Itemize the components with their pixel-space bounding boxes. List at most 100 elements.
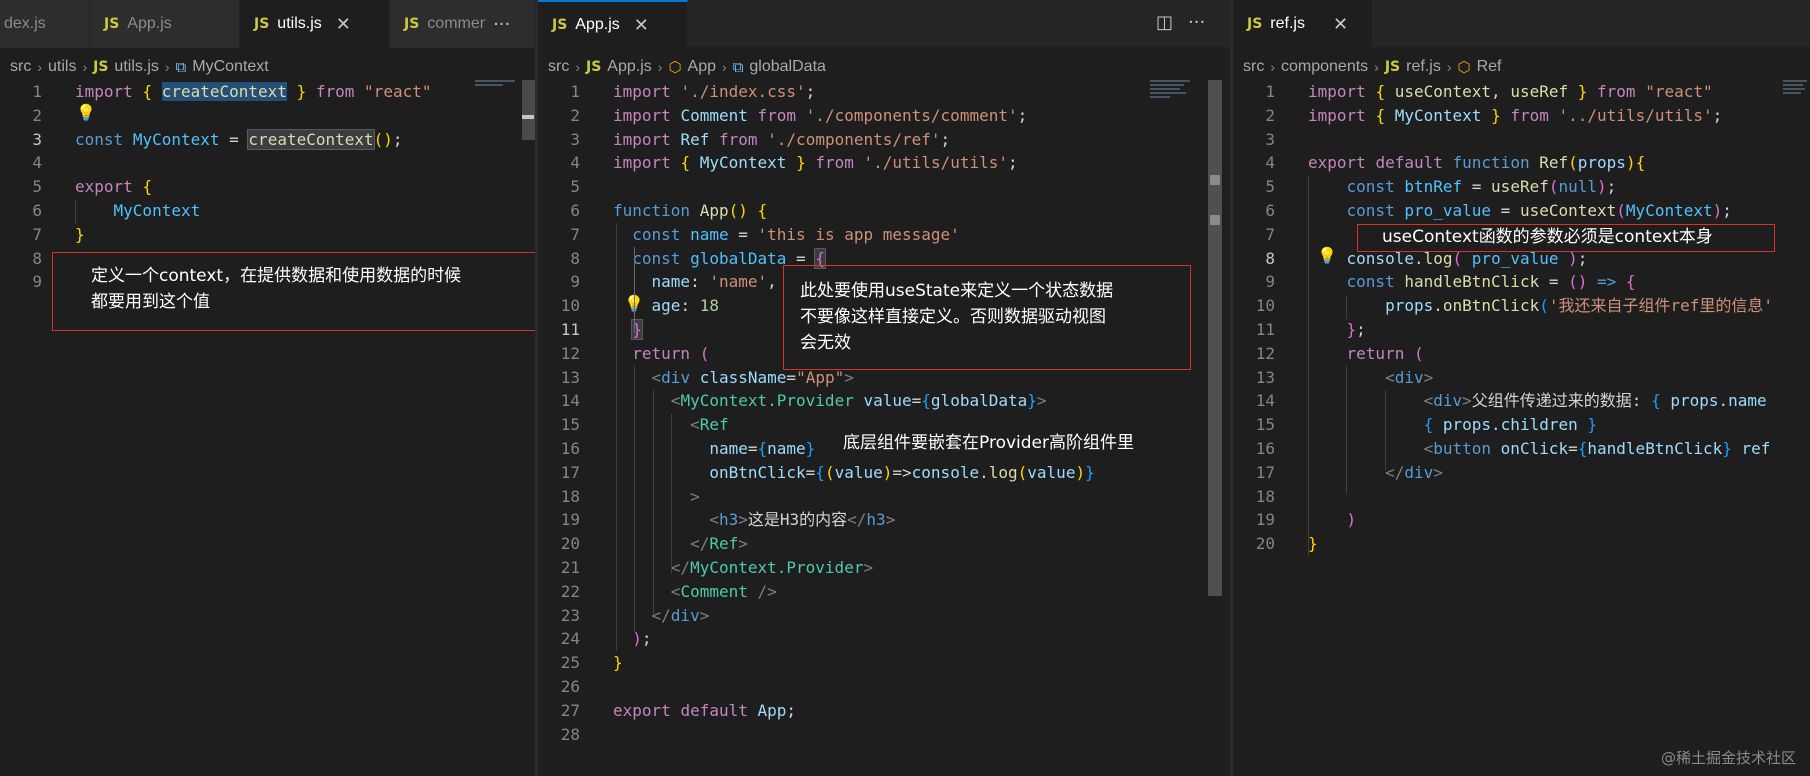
- code-line[interactable]: 7}: [0, 223, 535, 247]
- code-line[interactable]: 10 props.onBtnClick('我还来自子组件ref里的信息': [1233, 294, 1810, 318]
- code-line[interactable]: 11 };: [1233, 318, 1810, 342]
- split-editor-icon[interactable]: ◫: [1156, 12, 1173, 33]
- line-number: 13: [560, 367, 580, 387]
- code-line[interactable]: 15 { props.children }: [1233, 413, 1810, 437]
- code-line[interactable]: 19 ): [1233, 508, 1810, 532]
- code-line[interactable]: 27 export default App;: [538, 699, 1230, 723]
- code-line[interactable]: 2 import Comment from './components/comme…: [538, 104, 1230, 128]
- code-line[interactable]: 13 <div>: [1233, 366, 1810, 390]
- code-line[interactable]: 25}: [538, 651, 1230, 675]
- chevron-right-icon: ›: [1446, 59, 1452, 75]
- code-line[interactable]: 14 <div>父组件传递过来的数据: { props.name: [1233, 389, 1810, 413]
- code-token: <: [670, 581, 681, 601]
- code-token: ref: [1741, 438, 1771, 458]
- code-line[interactable]: 16 <button onClick={handleBtnClick} ref: [1233, 437, 1810, 461]
- watermark: @稀土掘金技术社区: [1660, 749, 1796, 767]
- breadcrumb-item[interactable]: utils.js: [114, 58, 158, 76]
- breadcrumb-item[interactable]: ref.js: [1406, 58, 1441, 76]
- code-line[interactable]: 18 >: [538, 485, 1230, 509]
- code-line[interactable]: 3 const MyContext = createContext();: [0, 128, 535, 152]
- code-line[interactable]: 1 import { createContext } from "react": [0, 80, 535, 104]
- code-line[interactable]: 12 return (: [1233, 342, 1810, 366]
- code-line[interactable]: 4: [0, 151, 535, 175]
- code-token: useRef: [1491, 177, 1549, 197]
- tab-ref-js[interactable]: JS ref.js ✕: [1233, 0, 1373, 48]
- code-line[interactable]: 19 <h3>这是H3的内容</h3>: [538, 508, 1230, 532]
- lightbulb-icon[interactable]: 💡: [76, 103, 96, 122]
- code-token: App: [699, 200, 729, 220]
- code-line[interactable]: 6 function App() {: [538, 199, 1230, 223]
- code-line[interactable]: 28: [538, 723, 1230, 747]
- breadcrumb-item[interactable]: Ref: [1477, 58, 1502, 76]
- close-icon[interactable]: ✕: [336, 14, 351, 35]
- breadcrumb-item[interactable]: src: [1243, 58, 1264, 76]
- code-token: ): [882, 462, 893, 482]
- code-line[interactable]: 1 import { useContext, useRef } from "rea…: [1233, 80, 1810, 104]
- code-line[interactable]: 9 const handleBtnClick = () => {: [1233, 270, 1810, 294]
- code-line[interactable]: 6 const pro_value = useContext(MyContext…: [1233, 199, 1810, 223]
- breadcrumb-item[interactable]: src: [548, 58, 569, 76]
- code-token: =>: [892, 462, 912, 482]
- code-token: {: [757, 200, 768, 220]
- code-line[interactable]: 22 <Comment />: [538, 580, 1230, 604]
- lightbulb-icon[interactable]: 💡: [1317, 246, 1337, 265]
- code-editor[interactable]: 1 import './index.css'; 2 import Comment fr…: [538, 80, 1230, 746]
- code-line[interactable]: 20}: [1233, 532, 1810, 556]
- breadcrumb-item[interactable]: src: [10, 58, 31, 76]
- code-line[interactable]: 6 MyContext: [0, 199, 535, 223]
- class-symbol-icon: ⬡: [1457, 58, 1471, 76]
- minimap[interactable]: [1783, 80, 1810, 124]
- tab-app-js[interactable]: JS App.js: [90, 0, 240, 48]
- close-icon[interactable]: ✕: [1333, 14, 1348, 35]
- breadcrumb-item[interactable]: App: [688, 58, 716, 76]
- code-line[interactable]: 26: [538, 675, 1230, 699]
- code-line[interactable]: 1 import './index.css';: [538, 80, 1230, 104]
- code-line[interactable]: 23 </div>: [538, 604, 1230, 628]
- chevron-right-icon: ›: [1270, 59, 1275, 75]
- code-token: }: [296, 82, 307, 101]
- breadcrumb-item[interactable]: MyContext: [192, 58, 268, 76]
- code-line[interactable]: 5: [538, 175, 1230, 199]
- code-line[interactable]: 17 onBtnClick={(value)=>console.log(valu…: [538, 461, 1230, 485]
- more-actions-icon[interactable]: ···: [493, 14, 510, 35]
- code-editor[interactable]: 1 import { useContext, useRef } from "rea…: [1233, 80, 1810, 556]
- code-line[interactable]: 4 export default function Ref(props){: [1233, 151, 1810, 175]
- scroll-thumb[interactable]: [1208, 80, 1222, 596]
- tab-comment-js[interactable]: JS commer ···: [390, 0, 535, 48]
- code-line[interactable]: 21 </MyContext.Provider>: [538, 556, 1230, 580]
- code-line[interactable]: 3: [1233, 128, 1810, 152]
- tab-utils-js[interactable]: JS utils.js ✕: [240, 0, 390, 48]
- code-token: import: [613, 129, 671, 149]
- code-line[interactable]: 7 const name = 'this is app message': [538, 223, 1230, 247]
- code-line[interactable]: 2 import { MyContext } from '../utils/uti…: [1233, 104, 1810, 128]
- breadcrumb-item[interactable]: App.js: [607, 58, 651, 76]
- breadcrumb-item[interactable]: globalData: [749, 58, 826, 76]
- code-line[interactable]: 14 <MyContext.Provider value={globalData…: [538, 389, 1230, 413]
- code-line[interactable]: 5 export {: [0, 175, 535, 199]
- tab-app-js[interactable]: JS App.js ✕: [538, 0, 688, 48]
- code-token: MyContext: [113, 200, 201, 220]
- scrollbar[interactable]: [522, 80, 535, 140]
- breadcrumb-item[interactable]: components: [1281, 58, 1368, 76]
- tab-index-js[interactable]: dex.js: [0, 0, 90, 48]
- minimap[interactable]: [1150, 80, 1194, 124]
- code-text: const pro_value = useContext(MyContext);: [1308, 199, 1732, 223]
- code-line[interactable]: 4 import { MyContext } from './utils/util…: [538, 151, 1230, 175]
- minimap[interactable]: [475, 80, 519, 124]
- more-actions-icon[interactable]: ···: [1188, 12, 1205, 33]
- chevron-right-icon: ›: [575, 59, 580, 75]
- code-line[interactable]: 3 import Ref from './components/ref';: [538, 128, 1230, 152]
- breadcrumb-item[interactable]: utils: [48, 58, 76, 76]
- code-line[interactable]: 18: [1233, 485, 1810, 509]
- code-line[interactable]: 17 </div>: [1233, 461, 1810, 485]
- close-icon[interactable]: ✕: [634, 15, 649, 36]
- code-token: from: [1510, 105, 1549, 125]
- code-line[interactable]: 5 const btnRef = useRef(null);: [1233, 175, 1810, 199]
- code-line[interactable]: 24 );: [538, 627, 1230, 651]
- code-line[interactable]: 20 </Ref>: [538, 532, 1230, 556]
